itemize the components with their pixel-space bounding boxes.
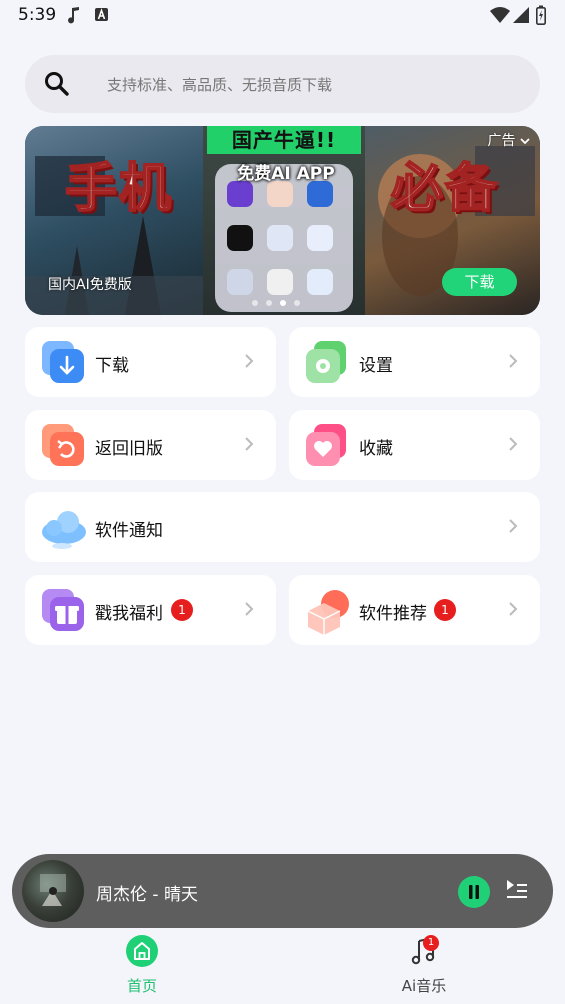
nav-home[interactable]: 首页 <box>112 935 172 996</box>
welfare-card[interactable]: 戳我福利 1 <box>25 575 276 645</box>
banner-sticker: 国产牛逼!! <box>207 126 361 154</box>
search-bar[interactable]: 支持标准、高品质、无损音质下载 <box>25 55 540 113</box>
gear-icon <box>304 339 352 387</box>
ad-banner[interactable]: 国产牛逼!! 免费AI APP 手机 必备 广告 国内AI免费版 下载 <box>25 126 540 315</box>
nav-ai-music-label: Ai音乐 <box>401 977 447 995</box>
banner-download-button[interactable]: 下载 <box>442 268 517 296</box>
welfare-label: 戳我福利 <box>95 604 163 624</box>
chevron-right-icon <box>508 601 518 621</box>
banner-headline: 免费AI APP <box>237 164 335 184</box>
chevron-right-icon <box>508 436 518 456</box>
status-time: 5:39 <box>18 5 57 25</box>
recommend-badge: 1 <box>434 599 456 621</box>
banner-left-title: 手机 <box>64 158 174 220</box>
favorites-label: 收藏 <box>359 439 393 459</box>
signal-icon <box>513 7 529 27</box>
settings-card[interactable]: 设置 <box>289 327 540 397</box>
nav-home-label: 首页 <box>126 977 157 995</box>
favorites-card[interactable]: 收藏 <box>289 410 540 480</box>
chevron-right-icon <box>244 353 254 373</box>
chevron-right-icon <box>244 436 254 456</box>
playlist-button[interactable] <box>506 879 528 905</box>
carousel-dot <box>266 300 272 306</box>
notice-card[interactable]: 软件通知 <box>25 492 540 562</box>
gift-icon <box>40 587 88 635</box>
chevron-right-icon <box>508 353 518 373</box>
carousel-dot-active <box>280 300 286 306</box>
ad-label-text: 广告 <box>487 133 516 149</box>
carousel-dot <box>294 300 300 306</box>
nav-ai-music[interactable]: Ai音乐 1 <box>392 935 456 996</box>
keyboard-a-icon <box>95 6 109 28</box>
pause-icon <box>469 885 479 899</box>
chevron-down-icon <box>520 138 530 145</box>
chevron-right-icon <box>244 601 254 621</box>
status-bar: 5:39 <box>0 0 565 32</box>
mini-player[interactable]: 周杰伦 - 晴天 <box>12 854 553 928</box>
old-version-card[interactable]: 返回旧版 <box>25 410 276 480</box>
cube-icon <box>304 587 352 635</box>
battery-charging-icon <box>536 5 546 29</box>
pause-button[interactable] <box>458 876 490 908</box>
cloud-icon <box>40 504 88 552</box>
search-icon <box>44 71 70 101</box>
welfare-badge: 1 <box>171 599 193 621</box>
search-placeholder: 支持标准、高品质、无损音质下载 <box>107 76 333 94</box>
old-version-label: 返回旧版 <box>95 439 163 459</box>
recommend-label: 软件推荐 <box>359 604 427 624</box>
carousel-dot <box>252 300 258 306</box>
download-icon <box>40 339 88 387</box>
settings-label: 设置 <box>359 356 393 376</box>
download-card[interactable]: 下载 <box>25 327 276 397</box>
carousel-dots <box>252 300 300 306</box>
ad-label[interactable]: 广告 <box>488 130 530 150</box>
banner-caption: 国内AI免费版 <box>48 277 132 293</box>
wifi-icon <box>490 7 510 27</box>
notice-label: 软件通知 <box>95 521 163 541</box>
banner-right-title: 必备 <box>390 158 500 220</box>
chevron-right-icon <box>508 518 518 538</box>
download-label: 下载 <box>95 356 129 376</box>
album-cover[interactable] <box>22 860 84 922</box>
heart-icon <box>304 422 352 470</box>
return-icon <box>40 422 88 470</box>
recommend-card[interactable]: 软件推荐 1 <box>289 575 540 645</box>
ai-music-badge: 1 <box>423 935 439 951</box>
song-title: 周杰伦 - 晴天 <box>96 885 198 905</box>
home-icon <box>126 935 158 967</box>
music-note-icon <box>67 6 81 28</box>
playlist-icon <box>507 880 527 898</box>
